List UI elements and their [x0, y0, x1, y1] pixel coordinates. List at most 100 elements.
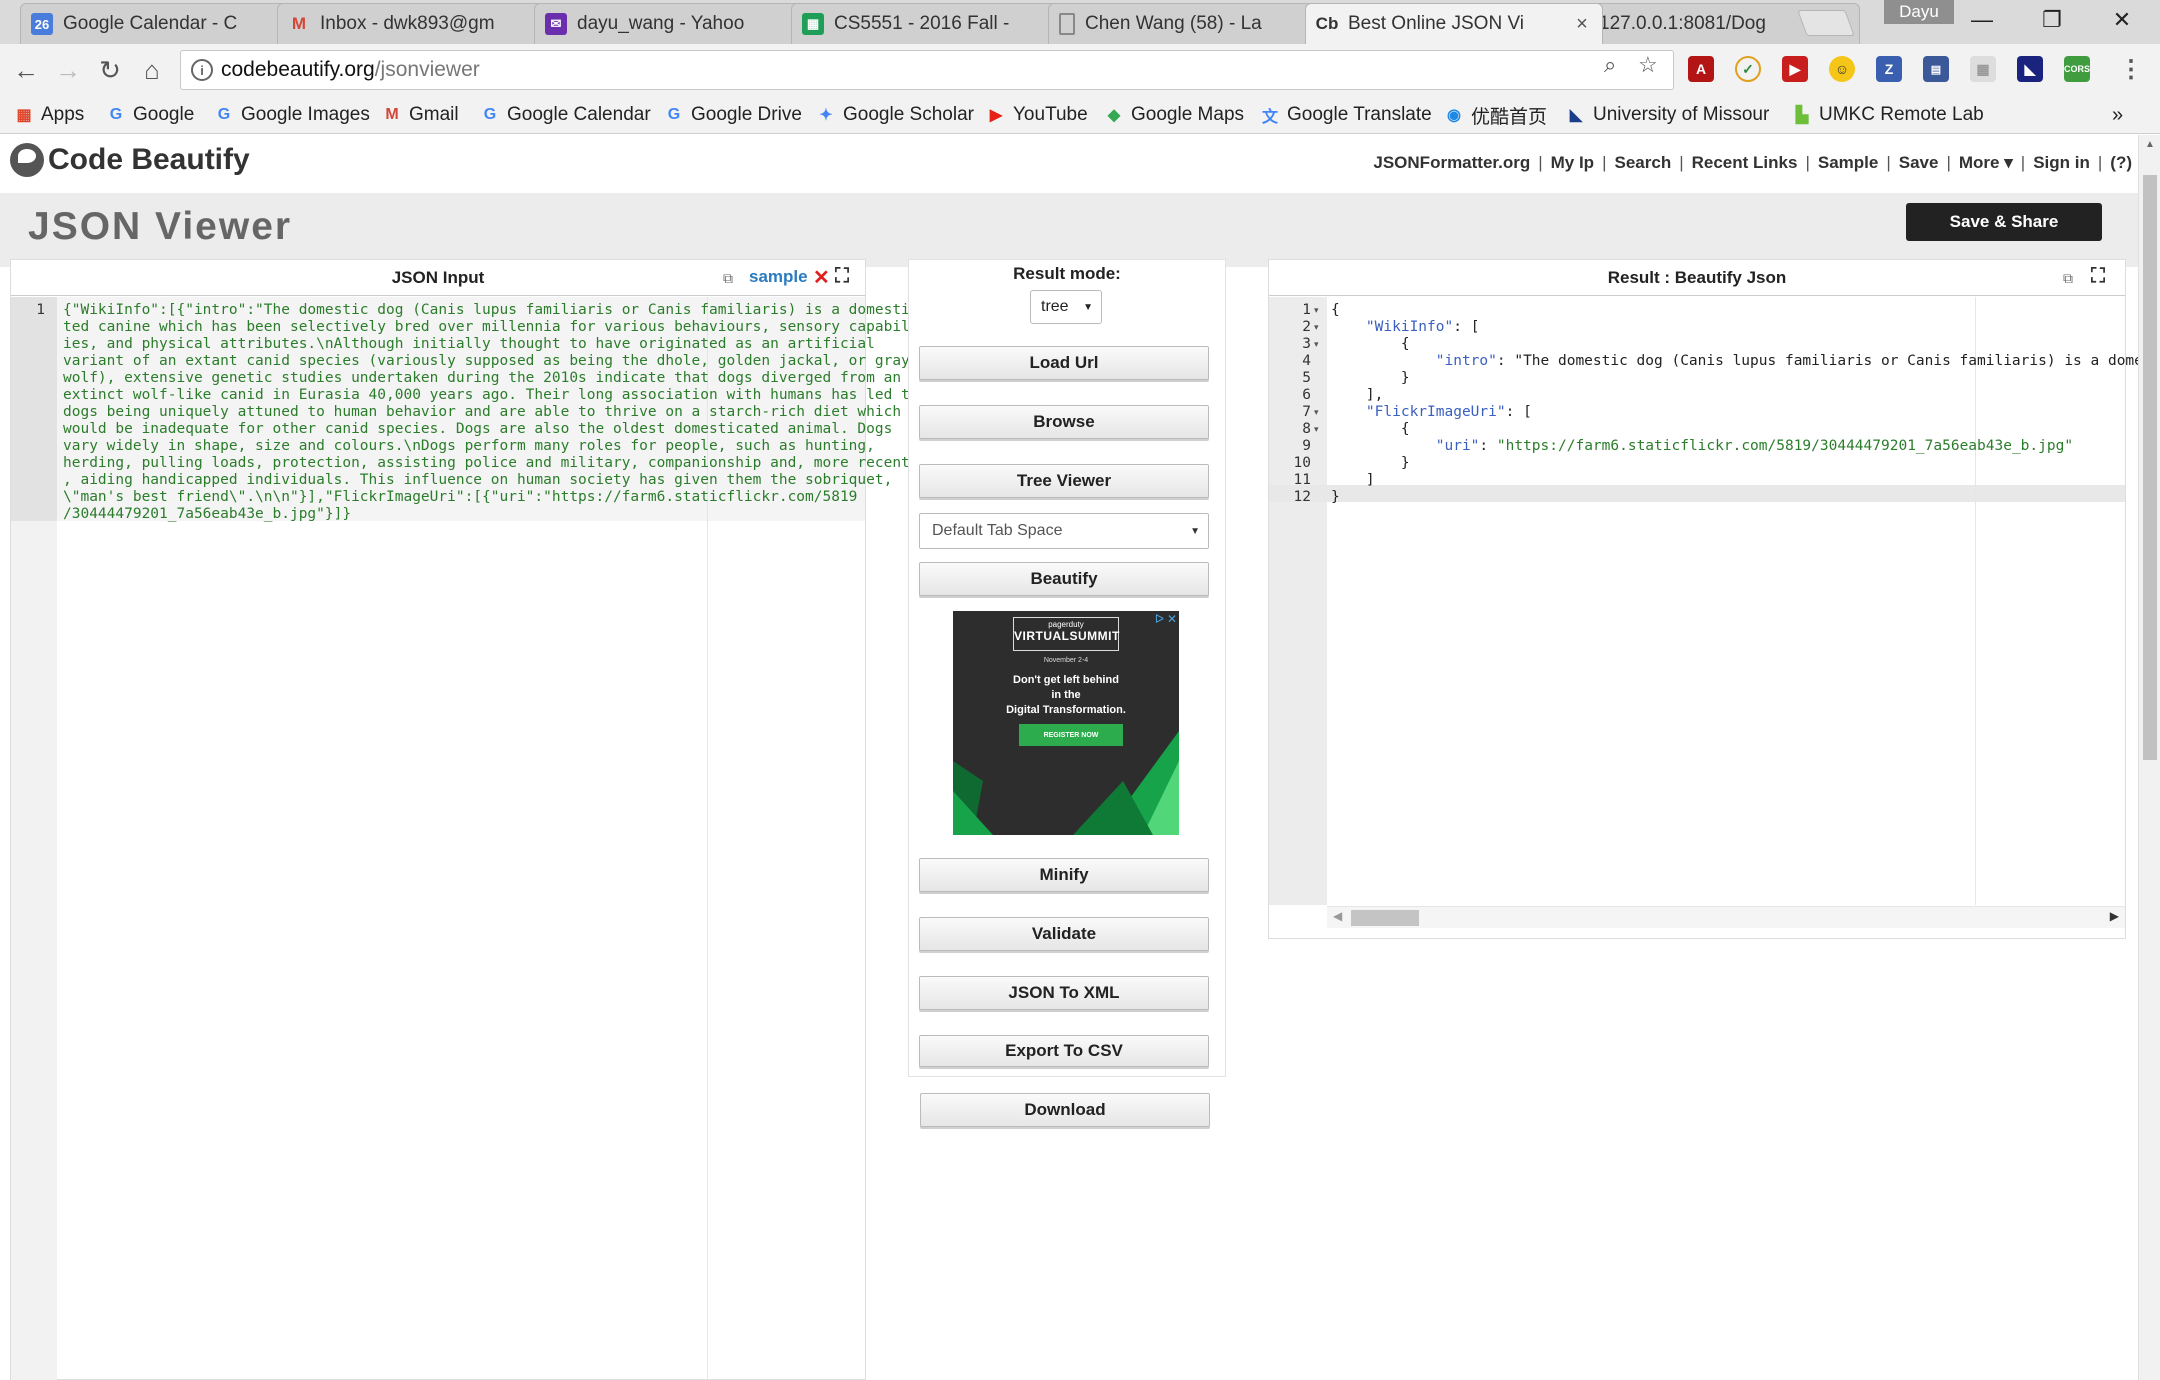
copy-icon[interactable]: ⧉ [723, 270, 733, 287]
browser-tab[interactable]: 26Google Calendar - C× [20, 3, 318, 44]
json-to-xml-button[interactable]: JSON To XML [919, 976, 1209, 1010]
forward-icon[interactable]: → [50, 52, 86, 88]
close-window-icon[interactable]: ✕ [2088, 0, 2156, 40]
result-line-number: 3 [1302, 336, 1311, 352]
scroll-left-icon[interactable]: ◀ [1333, 909, 1342, 923]
address-bar[interactable]: i codebeautify.org/jsonviewer [180, 50, 1674, 90]
result-line-number: 2 [1302, 319, 1311, 335]
minimize-icon[interactable]: — [1948, 0, 2016, 40]
browser-tab[interactable]: ✉dayu_wang - Yahoo× [534, 3, 832, 44]
extension-icon[interactable]: ◣ [2017, 56, 2043, 82]
load-url-button[interactable]: Load Url [919, 346, 1209, 380]
advertisement[interactable]: ᐅ ✕ pagerduty VIRTUALSUMMIT November 2-4 … [953, 611, 1179, 835]
result-editor[interactable]: { "WikiInfo": [ { "intro": "The domestic… [1331, 302, 2138, 506]
nav-link[interactable]: Recent Links [1692, 153, 1798, 173]
fold-toggle-icon[interactable]: ▾ [1314, 336, 1319, 353]
save-share-button[interactable]: Save & Share [1906, 203, 2102, 241]
back-icon[interactable]: ← [8, 52, 44, 88]
restore-icon[interactable]: ❐ [2018, 0, 2086, 40]
zoom-icon[interactable]: ⌕ [1604, 52, 1616, 78]
site-logo[interactable]: Code Beautify [10, 143, 250, 177]
bookmark-item[interactable]: ▶ YouTube [986, 100, 1088, 130]
bookmark-item[interactable]: ◆ Google Maps [1104, 100, 1244, 130]
zotero-extension-icon[interactable]: Z [1876, 56, 1902, 82]
bookmark-item[interactable]: ▦ Apps [14, 100, 84, 130]
bookmark-item[interactable]: G Google Drive [664, 100, 802, 130]
browser-toolbar: ← → ↻ ⌂ i codebeautify.org/jsonviewer ⌕ … [0, 44, 2160, 96]
site-info-icon[interactable]: i [191, 59, 213, 81]
json-input-editor[interactable]: {"WikiInfo":[{"intro":"The domestic dog … [63, 302, 927, 523]
profile-button[interactable]: Dayu [1884, 0, 1954, 24]
bookmark-item[interactable]: G Google Calendar [480, 100, 651, 130]
export-to-csv-button[interactable]: Export To CSV [919, 1035, 1209, 1067]
extension-icon[interactable]: ▤ [1923, 56, 1949, 82]
bookmark-label: Google Translate [1287, 104, 1432, 125]
acrobat-extension-icon[interactable]: A [1688, 56, 1714, 82]
nav-separator: | [2097, 153, 2103, 172]
ad-choices-icon[interactable]: ᐅ ✕ [1155, 612, 1177, 626]
nav-link[interactable]: Sample [1818, 153, 1878, 173]
validate-button[interactable]: Validate [919, 917, 1209, 951]
browser-tab[interactable]: Chen Wang (58) - La× [1048, 3, 1346, 44]
scroll-up-icon[interactable]: ▲ [2139, 135, 2160, 155]
sheets-icon: ▦ [802, 13, 824, 35]
result-mode-select[interactable]: tree ▼ [1030, 290, 1102, 324]
ad-register-button[interactable]: REGISTER NOW [1019, 724, 1123, 746]
download-button[interactable]: Download [920, 1093, 1210, 1127]
tab-close-icon[interactable]: × [1572, 13, 1592, 36]
copy-icon[interactable]: ⧉ [2063, 270, 2073, 287]
scroll-right-icon[interactable]: ▶ [2110, 909, 2119, 923]
minify-button[interactable]: Minify [919, 858, 1209, 892]
new-tab-button[interactable] [1797, 10, 1855, 36]
tree-viewer-button[interactable]: Tree Viewer [919, 464, 1209, 498]
result-code-line: ], [1331, 387, 1384, 403]
bookmark-item[interactable]: ▙ UMKC Remote Lab [1792, 100, 1984, 130]
nav-link[interactable]: More ▾ [1959, 153, 2013, 173]
reload-icon[interactable]: ↻ [92, 52, 128, 88]
bookmark-item[interactable]: ✦ Google Scholar [816, 100, 974, 130]
cors-extension-icon[interactable]: CORS [2064, 56, 2090, 82]
fold-toggle-icon[interactable]: ▾ [1314, 302, 1319, 319]
beautify-button[interactable]: Beautify [919, 562, 1209, 596]
scroll-thumb[interactable] [2143, 175, 2157, 760]
fold-toggle-icon[interactable]: ▾ [1314, 421, 1319, 438]
clear-icon[interactable]: ✕ [813, 265, 830, 290]
browser-tab[interactable]: ▦CS5551 - 2016 Fall -× [791, 3, 1089, 44]
fold-toggle-icon[interactable]: ▾ [1314, 404, 1319, 421]
bookmark-label: Google Drive [691, 104, 802, 125]
nav-link[interactable]: My Ip [1551, 153, 1594, 173]
nav-separator: | [1679, 153, 1684, 172]
browser-tab[interactable]: MInbox - dwk893@gm× [277, 3, 575, 44]
extension-icon[interactable]: ✓ [1735, 56, 1761, 82]
bookmark-star-icon[interactable]: ☆ [1638, 52, 1658, 78]
page-scrollbar[interactable]: ▲ [2138, 135, 2160, 1380]
fullscreen-icon[interactable]: ⛶ [835, 265, 849, 288]
sample-link[interactable]: sample [749, 267, 808, 287]
horizontal-scrollbar[interactable]: ◀ ▶ [1327, 906, 2125, 928]
tab-space-select[interactable]: Default Tab Space ▼ [919, 513, 1209, 549]
scroll-thumb[interactable] [1351, 910, 1419, 926]
json-input-title: JSON Input [391, 267, 485, 287]
nav-link[interactable]: JSONFormatter.org [1373, 153, 1530, 173]
home-icon[interactable]: ⌂ [134, 52, 170, 88]
fold-toggle-icon[interactable]: ▾ [1314, 319, 1319, 336]
extension-icon[interactable]: ▦ [1970, 56, 1996, 82]
bookmark-item[interactable]: G Google [106, 100, 195, 130]
nav-link[interactable]: (?) [2110, 153, 2132, 173]
bookmark-item[interactable]: ◉ 优酷首页 [1444, 100, 1547, 130]
video-extension-icon[interactable]: ▶ [1782, 56, 1808, 82]
fullscreen-icon[interactable]: ⛶ [2091, 265, 2105, 288]
browser-tab[interactable]: Cb Best Online JSON Vi × [1305, 3, 1603, 44]
tab-title: Best Online JSON Vi [1348, 13, 1525, 34]
bookmark-item[interactable]: ◣ University of Missouri [1566, 100, 1769, 130]
browse-button[interactable]: Browse [919, 405, 1209, 439]
more-bookmarks-icon[interactable]: » [2112, 100, 2123, 130]
bookmark-item[interactable]: 文 Google Translate [1260, 100, 1432, 130]
menu-icon[interactable]: ⋮ [2118, 56, 2144, 83]
bookmark-item[interactable]: M Gmail [382, 100, 458, 130]
extension-icon[interactable]: ☺ [1829, 56, 1855, 82]
bookmark-item[interactable]: G Google Images [214, 100, 370, 130]
nav-link[interactable]: Sign in [2033, 153, 2090, 173]
nav-link[interactable]: Search [1615, 153, 1672, 173]
nav-link[interactable]: Save [1899, 153, 1939, 173]
